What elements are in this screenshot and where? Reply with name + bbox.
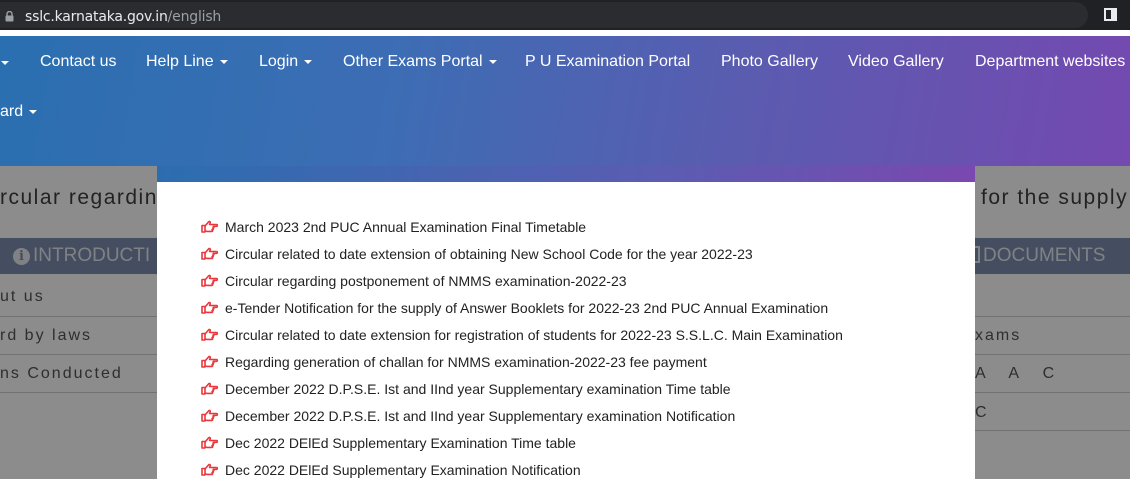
nav-video-gallery[interactable]: Video Gallery: [848, 53, 944, 71]
notification-list-item[interactable]: Circular related to date extension for r…: [201, 325, 843, 352]
notification-list-item[interactable]: e-Tender Notification for the supply of …: [201, 298, 843, 325]
hand-pointing-right-icon: [201, 220, 219, 233]
chevron-down-icon: [488, 59, 497, 64]
notification-link[interactable]: Circular related to date extension for r…: [225, 325, 843, 345]
nav-label: Login: [259, 53, 299, 70]
nav-login[interactable]: Login: [259, 53, 313, 71]
notification-list-item[interactable]: December 2022 D.P.S.E. Ist and IInd year…: [201, 379, 843, 406]
notification-link[interactable]: Regarding generation of challan for NMMS…: [225, 352, 707, 372]
nav-label: P U Examination Portal: [525, 53, 691, 70]
modal-header: [157, 166, 975, 182]
address-bar[interactable]: sslc.karnataka.gov.in/english: [0, 2, 1088, 28]
nav-pu-examination-portal[interactable]: P U Examination Portal: [525, 53, 690, 71]
chevron-down-icon: [304, 59, 313, 64]
hand-pointing-right-icon: [201, 409, 219, 422]
notification-link[interactable]: December 2022 D.P.S.E. Ist and IInd year…: [225, 406, 735, 426]
notification-list: March 2023 2nd PUC Annual Examination Fi…: [201, 217, 843, 487]
nav-other-exams-portal[interactable]: Other Exams Portal: [343, 53, 497, 71]
hand-pointing-right-icon: [201, 382, 219, 395]
nav-label: ard: [0, 103, 24, 120]
nav-department-websites[interactable]: Department websites: [975, 53, 1125, 71]
nav-photo-gallery[interactable]: Photo Gallery: [721, 53, 818, 71]
notification-link[interactable]: Circular regarding postponement of NMMS …: [225, 271, 627, 291]
notification-link[interactable]: e-Tender Notification for the supply of …: [225, 298, 828, 318]
nav-label: Other Exams Portal: [343, 53, 483, 70]
sidebar-panel-icon[interactable]: [1104, 8, 1117, 21]
hand-pointing-right-icon: [201, 247, 219, 260]
notification-list-item[interactable]: Circular regarding postponement of NMMS …: [201, 271, 843, 298]
chevron-down-icon: [29, 109, 38, 114]
url-text[interactable]: sslc.karnataka.gov.in/english: [25, 9, 221, 25]
main-navigation: Contact us Help Line Login Other Exams P…: [0, 36, 1130, 166]
notification-link[interactable]: March 2023 2nd PUC Annual Examination Fi…: [225, 217, 586, 237]
hand-pointing-right-icon: [201, 436, 219, 449]
notification-list-item[interactable]: December 2022 D.P.S.E. Ist and IInd year…: [201, 406, 843, 433]
nav-label: Department websites: [975, 53, 1126, 70]
hand-pointing-right-icon: [201, 328, 219, 341]
hand-pointing-right-icon: [201, 274, 219, 287]
hand-pointing-right-icon: [201, 355, 219, 368]
nav-help-line[interactable]: Help Line: [146, 53, 228, 71]
nav-label: Photo Gallery: [721, 53, 818, 70]
notification-list-item[interactable]: Dec 2022 DElEd Supplementary Examination…: [201, 460, 843, 487]
notification-link[interactable]: December 2022 D.P.S.E. Ist and IInd year…: [225, 379, 731, 399]
nav-label: Contact us: [40, 53, 117, 70]
notification-link[interactable]: Circular related to date extension of ob…: [225, 244, 753, 264]
chevron-down-icon: [219, 59, 228, 64]
notifications-modal: March 2023 2nd PUC Annual Examination Fi…: [157, 166, 975, 479]
hand-pointing-right-icon: [201, 463, 219, 476]
url-path: /english: [167, 9, 222, 25]
notification-list-item[interactable]: Dec 2022 DElEd Supplementary Examination…: [201, 433, 843, 460]
notification-list-item[interactable]: March 2023 2nd PUC Annual Examination Fi…: [201, 217, 843, 244]
browser-toolbar: sslc.karnataka.gov.in/english: [0, 0, 1130, 30]
nav-contact-us[interactable]: Contact us: [40, 53, 116, 71]
url-domain: sslc.karnataka.gov.in: [25, 9, 168, 25]
notification-link[interactable]: Dec 2022 DElEd Supplementary Examination…: [225, 460, 581, 480]
nav-board-truncated[interactable]: ard: [0, 103, 38, 121]
hand-pointing-right-icon: [201, 301, 219, 314]
nav-dropdown-caret-truncated[interactable]: [0, 54, 9, 72]
notification-link[interactable]: Dec 2022 DElEd Supplementary Examination…: [225, 433, 576, 453]
lock-icon[interactable]: [5, 11, 14, 22]
nav-label: Help Line: [146, 53, 214, 70]
nav-label: Video Gallery: [848, 53, 944, 70]
notification-list-item[interactable]: Circular related to date extension of ob…: [201, 244, 843, 271]
chevron-down-icon: [1, 60, 9, 65]
notification-list-item[interactable]: Regarding generation of challan for NMMS…: [201, 352, 843, 379]
